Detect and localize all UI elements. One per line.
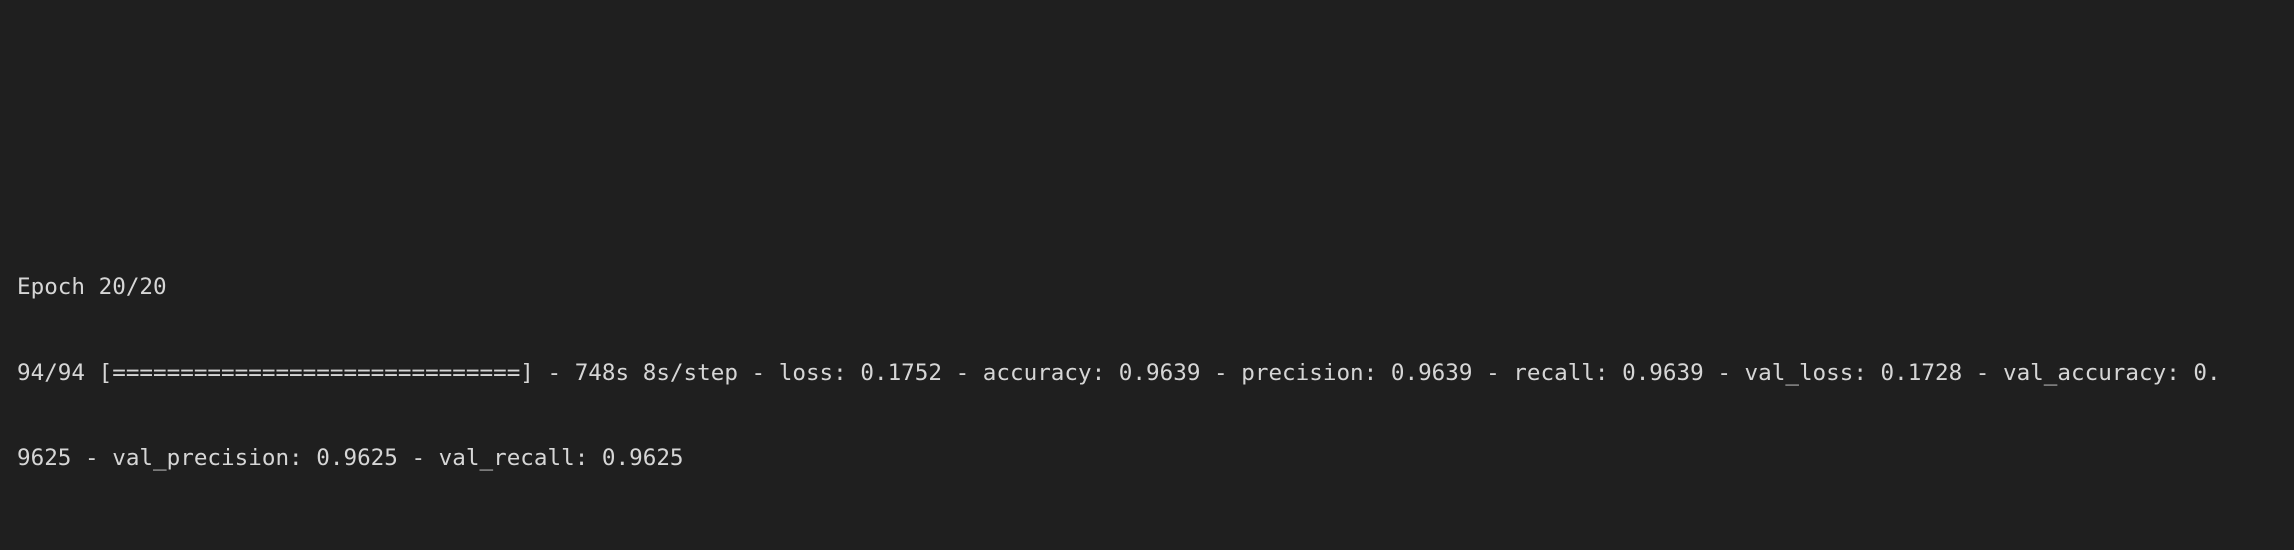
terminal-output-area[interactable]: Epoch 20/20 94/94 [=====================…	[0, 0, 2294, 550]
progress-metrics-line: 94/94 [==============================] -…	[17, 359, 2221, 386]
wrapped-metrics-line: 9625 - val_precision: 0.9625 - val_recal…	[17, 445, 684, 471]
epoch-line: Epoch 20/20	[17, 274, 167, 300]
training-log: Epoch 20/20 94/94 [=====================…	[17, 216, 2221, 530]
